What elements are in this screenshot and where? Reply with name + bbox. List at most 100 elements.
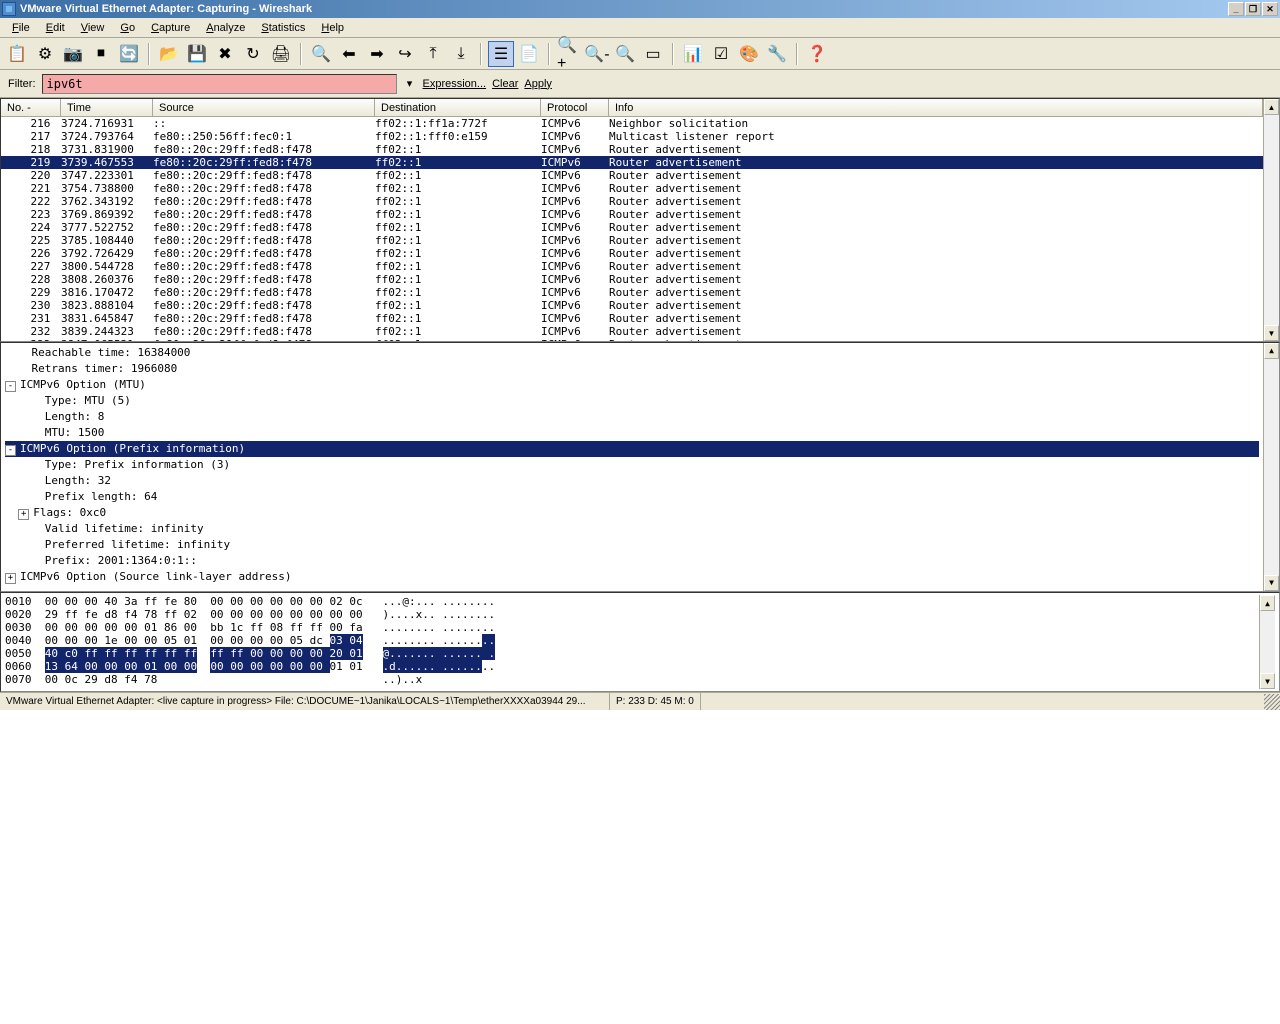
packet-row[interactable]: 218 3731.831900 fe80::20c:29ff:fed8:f478… xyxy=(1,143,1263,156)
col-destination[interactable]: Destination xyxy=(375,99,541,116)
close-file-icon[interactable]: ✖ xyxy=(212,41,238,67)
detail-line[interactable]: Valid lifetime: infinity xyxy=(5,521,1259,537)
detail-line[interactable]: Prefix length: 64 xyxy=(5,489,1259,505)
col-protocol[interactable]: Protocol xyxy=(541,99,609,116)
find-icon[interactable]: 🔍 xyxy=(308,41,334,67)
col-time[interactable]: Time xyxy=(61,99,153,116)
menu-capture[interactable]: Capture xyxy=(143,20,198,36)
packet-row[interactable]: 230 3823.888104 fe80::20c:29ff:fed8:f478… xyxy=(1,299,1263,312)
autoscroll-icon[interactable]: 📄 xyxy=(516,41,542,67)
clear-button[interactable]: Clear xyxy=(492,78,518,90)
scroll-up-icon[interactable]: ▲ xyxy=(1260,595,1275,611)
detail-line[interactable]: Retrans timer: 1966080 xyxy=(5,361,1259,377)
packet-row[interactable]: 217 3724.793764 fe80::250:56ff:fec0:1 ff… xyxy=(1,130,1263,143)
menu-help[interactable]: Help xyxy=(313,20,352,36)
restart-capture-icon[interactable]: 🔄 xyxy=(116,41,142,67)
apply-button[interactable]: Apply xyxy=(524,78,552,90)
hex-line[interactable]: 0020 29 ff fe d8 f4 78 ff 02 00 00 00 00… xyxy=(5,608,1259,621)
packet-row[interactable]: 220 3747.223301 fe80::20c:29ff:fed8:f478… xyxy=(1,169,1263,182)
vertical-scrollbar[interactable]: ▲ ▼ xyxy=(1263,343,1279,591)
coloring-rules-icon[interactable]: 🎨 xyxy=(736,41,762,67)
scroll-down-icon[interactable]: ▼ xyxy=(1264,325,1279,341)
menu-edit[interactable]: Edit xyxy=(38,20,73,36)
col-source[interactable]: Source xyxy=(153,99,375,116)
hex-line[interactable]: 0070 00 0c 29 d8 f4 78 ..)..x xyxy=(5,673,1259,686)
packet-row[interactable]: 232 3839.244323 fe80::20c:29ff:fed8:f478… xyxy=(1,325,1263,338)
detail-line[interactable]: Preferred lifetime: infinity xyxy=(5,537,1259,553)
help-icon[interactable]: ❓ xyxy=(804,41,830,67)
menu-go[interactable]: Go xyxy=(112,20,143,36)
detail-line[interactable]: Prefix: 2001:1364:0:1:: xyxy=(5,553,1259,569)
interfaces-icon[interactable]: 📋 xyxy=(4,41,30,67)
display-filters-icon[interactable]: ☑ xyxy=(708,41,734,67)
prefs-icon[interactable]: 🔧 xyxy=(764,41,790,67)
detail-line[interactable]: +ICMPv6 Option (Source link-layer addres… xyxy=(5,569,1259,585)
packet-row[interactable]: 222 3762.343192 fe80::20c:29ff:fed8:f478… xyxy=(1,195,1263,208)
stop-capture-icon[interactable]: ⏹ xyxy=(88,41,114,67)
scroll-up-icon[interactable]: ▲ xyxy=(1264,99,1279,115)
back-icon[interactable]: ⬅ xyxy=(336,41,362,67)
hex-line[interactable]: 0040 00 00 00 1e 00 00 05 01 00 00 00 00… xyxy=(5,634,1259,647)
detail-line[interactable]: Reachable time: 16384000 xyxy=(5,345,1259,361)
reload-icon[interactable]: ↻ xyxy=(240,41,266,67)
tree-toggle-icon[interactable]: - xyxy=(5,381,16,392)
resize-grip-icon[interactable] xyxy=(1264,694,1280,710)
col-no[interactable]: No. - xyxy=(1,99,61,116)
menu-statistics[interactable]: Statistics xyxy=(253,20,313,36)
scroll-down-icon[interactable]: ▼ xyxy=(1264,575,1279,591)
detail-line[interactable]: -ICMPv6 Option (MTU) xyxy=(5,377,1259,393)
last-icon[interactable]: ⤓ xyxy=(448,41,474,67)
vertical-scrollbar[interactable]: ▲ ▼ xyxy=(1259,595,1275,689)
detail-line[interactable]: +Flags: 0xc0 xyxy=(5,505,1259,521)
colorize-icon[interactable]: ☰ xyxy=(488,41,514,67)
packet-row[interactable]: 225 3785.108440 fe80::20c:29ff:fed8:f478… xyxy=(1,234,1263,247)
menu-analyze[interactable]: Analyze xyxy=(198,20,253,36)
close-button[interactable]: ✕ xyxy=(1262,2,1278,16)
packet-row[interactable]: 229 3816.170472 fe80::20c:29ff:fed8:f478… xyxy=(1,286,1263,299)
capture-filters-icon[interactable]: 📊 xyxy=(680,41,706,67)
hex-line[interactable]: 0010 00 00 00 40 3a ff fe 80 00 00 00 00… xyxy=(5,595,1259,608)
col-info[interactable]: Info xyxy=(609,99,1263,116)
detail-line[interactable]: MTU: 1500 xyxy=(5,425,1259,441)
detail-line[interactable]: -ICMPv6 Option (Prefix information) xyxy=(5,441,1259,457)
packet-row[interactable]: 219 3739.467553 fe80::20c:29ff:fed8:f478… xyxy=(1,156,1263,169)
packet-row[interactable]: 224 3777.522752 fe80::20c:29ff:fed8:f478… xyxy=(1,221,1263,234)
menu-file[interactable]: File xyxy=(4,20,38,36)
resize-columns-icon[interactable]: ▭ xyxy=(640,41,666,67)
goto-icon[interactable]: ↪ xyxy=(392,41,418,67)
zoom100-icon[interactable]: 🔍 xyxy=(612,41,638,67)
scroll-down-icon[interactable]: ▼ xyxy=(1260,673,1275,689)
print-icon[interactable]: 🖨 xyxy=(268,41,294,67)
vertical-scrollbar[interactable]: ▲ ▼ xyxy=(1263,99,1279,341)
hex-line[interactable]: 0060 13 64 00 00 00 01 00 00 00 00 00 00… xyxy=(5,660,1259,673)
minimize-button[interactable]: _ xyxy=(1228,2,1244,16)
open-icon[interactable]: 📂 xyxy=(156,41,182,67)
packet-row[interactable]: 233 3847.065521 fe80::20c:29ff:fed8:f478… xyxy=(1,338,1263,341)
tree-toggle-icon[interactable]: + xyxy=(18,509,29,520)
packet-row[interactable]: 228 3808.260376 fe80::20c:29ff:fed8:f478… xyxy=(1,273,1263,286)
detail-line[interactable]: Type: MTU (5) xyxy=(5,393,1259,409)
first-icon[interactable]: ⤒ xyxy=(420,41,446,67)
save-icon[interactable]: 💾 xyxy=(184,41,210,67)
packet-row[interactable]: 221 3754.738800 fe80::20c:29ff:fed8:f478… xyxy=(1,182,1263,195)
start-capture-icon[interactable]: 📷 xyxy=(60,41,86,67)
scroll-up-icon[interactable]: ▲ xyxy=(1264,343,1279,359)
detail-line[interactable]: Type: Prefix information (3) xyxy=(5,457,1259,473)
zoomout-icon[interactable]: 🔍- xyxy=(584,41,610,67)
tree-toggle-icon[interactable]: - xyxy=(5,445,16,456)
hex-line[interactable]: 0030 00 00 00 00 00 01 86 00 bb 1c ff 08… xyxy=(5,621,1259,634)
menu-view[interactable]: View xyxy=(73,20,113,36)
filter-dropdown-icon[interactable]: ▾ xyxy=(403,77,417,91)
packet-row[interactable]: 226 3792.726429 fe80::20c:29ff:fed8:f478… xyxy=(1,247,1263,260)
detail-line[interactable]: Length: 8 xyxy=(5,409,1259,425)
filter-input[interactable] xyxy=(42,74,397,94)
packet-row[interactable]: 227 3800.544728 fe80::20c:29ff:fed8:f478… xyxy=(1,260,1263,273)
hex-line[interactable]: 0050 40 c0 ff ff ff ff ff ff ff ff 00 00… xyxy=(5,647,1259,660)
packet-row[interactable]: 231 3831.645847 fe80::20c:29ff:fed8:f478… xyxy=(1,312,1263,325)
expression-button[interactable]: Expression... xyxy=(423,78,487,90)
detail-line[interactable]: Length: 32 xyxy=(5,473,1259,489)
tree-toggle-icon[interactable]: + xyxy=(5,573,16,584)
zoomin-icon[interactable]: 🔍+ xyxy=(556,41,582,67)
maximize-button[interactable]: ❐ xyxy=(1245,2,1261,16)
forward-icon[interactable]: ➡ xyxy=(364,41,390,67)
